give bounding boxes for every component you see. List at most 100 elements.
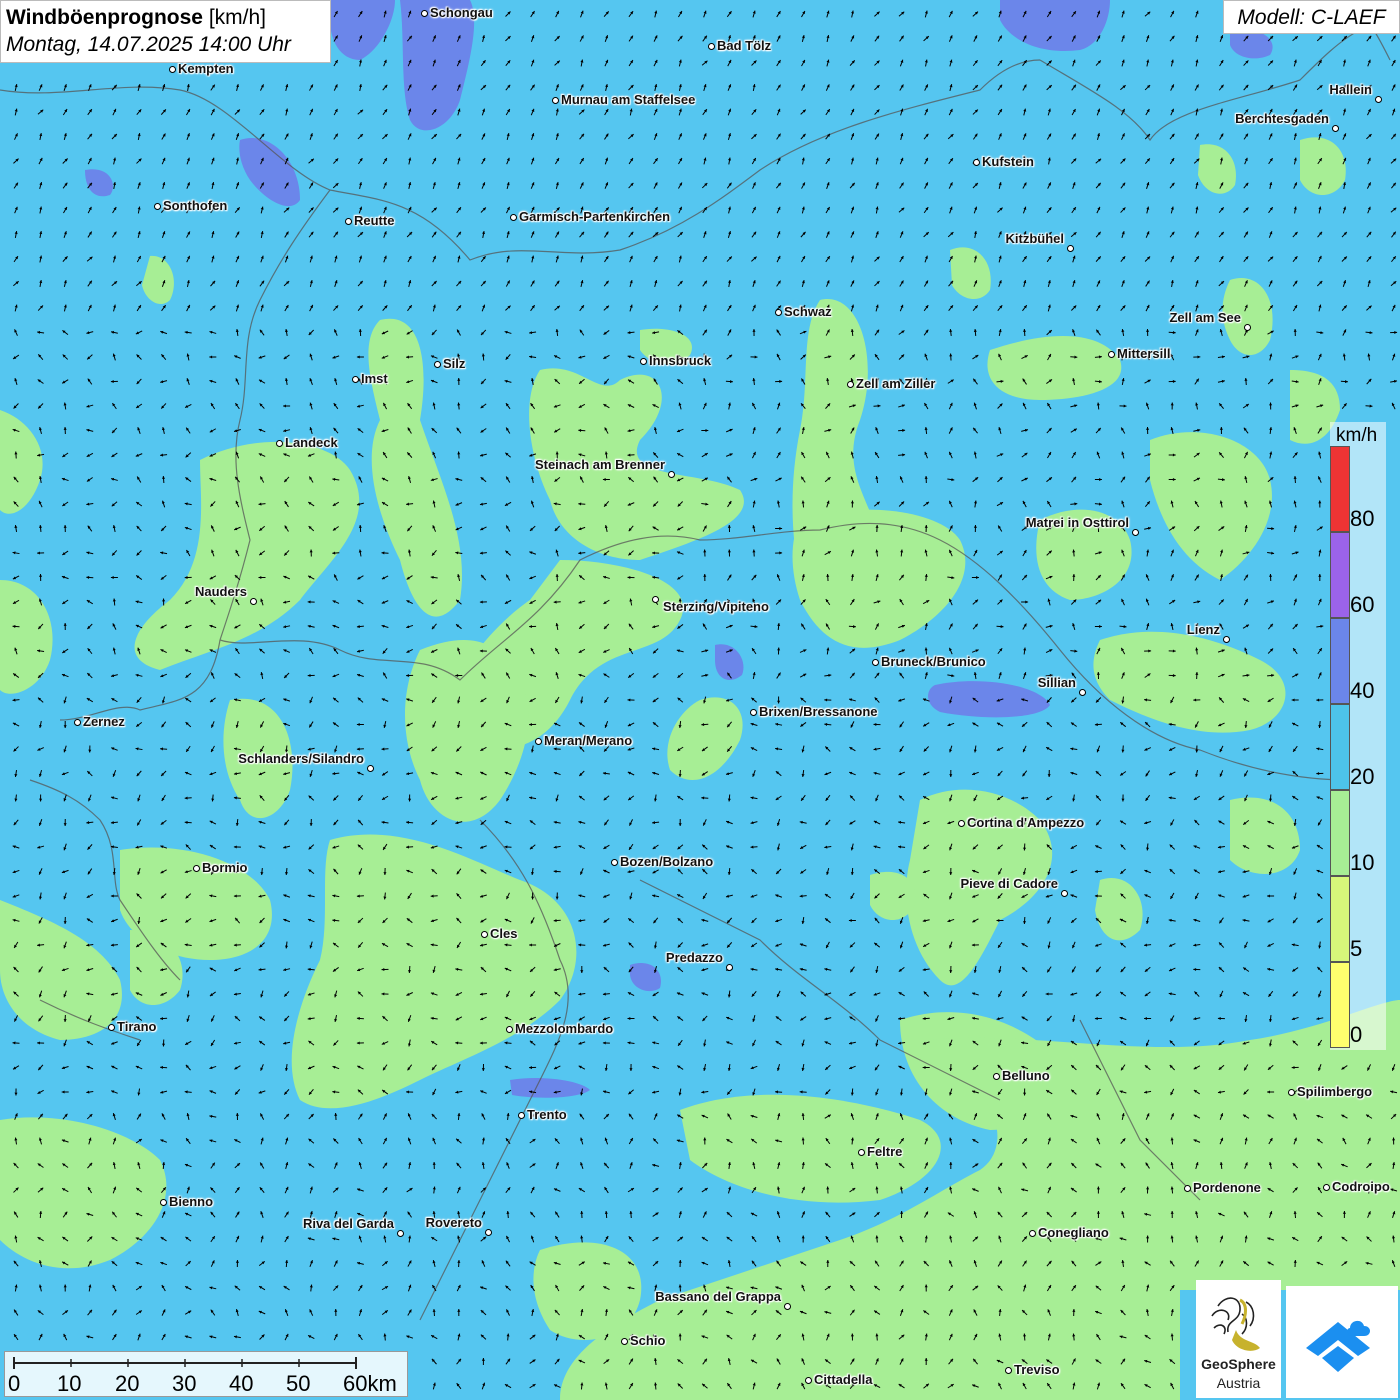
city-label: Kitzbühel [1005,231,1065,246]
city-marker [396,1229,404,1237]
city-label: Zernez [83,714,125,729]
legend-band [1330,790,1350,876]
city-label: Schwaz [784,304,832,319]
city-marker [957,819,965,827]
city-marker [1060,889,1068,897]
city-marker [610,858,618,866]
city-marker [1028,1229,1036,1237]
scale-tick-label: 20 [115,1371,140,1396]
legend-band-label: 0 [1350,1022,1363,1047]
city-marker [1004,1366,1012,1374]
city-marker [1131,528,1139,536]
city-marker [857,1148,865,1156]
brand-logo-icon [1306,1320,1370,1372]
city-label: Sterzing/Vipiteno [663,599,769,614]
city-marker [1322,1183,1330,1191]
city-label: Riva del Garda [302,1216,394,1231]
city-label: Imst [361,371,388,386]
city-marker [1287,1088,1295,1096]
city-marker [804,1376,812,1384]
city-marker [1107,350,1115,358]
map-title-unit: [km/h] [208,6,266,29]
city-label: Schongau [430,5,493,20]
city-marker [517,1111,525,1119]
city-label: Cles [490,926,518,941]
city-label: Nauders [194,584,247,599]
city-marker [725,963,733,971]
city-label: Bad Tölz [717,38,772,53]
legend-band [1330,618,1350,704]
city-marker [749,708,757,716]
city-label: Lienz [1186,622,1220,637]
city-marker [275,439,283,447]
city-marker [480,930,488,938]
city-label: Codroipo [1332,1179,1390,1194]
city-label: Sonthofen [163,198,228,213]
city-label: Bormio [202,860,248,875]
city-label: Berchtesgaden [1235,111,1329,126]
legend-unit: km/h [1336,425,1378,446]
city-label: Hallein [1329,82,1372,97]
legend-band [1330,876,1350,962]
city-marker [992,1072,1000,1080]
city-label: Conegliano [1038,1225,1109,1240]
forecast-datetime: Montag, 14.07.2025 14:00 Uhr [6,33,291,56]
city-marker [107,1023,115,1031]
city-marker [1078,688,1086,696]
city-marker [192,864,200,872]
city-label: Reutte [354,213,395,228]
city-label: Trento [527,1107,567,1122]
legend-band-label: 20 [1350,764,1375,789]
city-marker [351,375,359,383]
model-label: Modell: C-LAEF [1223,0,1400,34]
city-marker [1183,1184,1191,1192]
city-label: Tirano [117,1019,157,1034]
city-marker [551,96,559,104]
geosphere-logo: GeoSphere Austria [1196,1280,1281,1398]
brand-logo [1286,1286,1398,1398]
city-marker [1066,244,1074,252]
city-marker [159,1198,167,1206]
city-label: Spilimbergo [1297,1084,1373,1099]
city-label: Feltre [867,1144,903,1159]
legend-band [1330,532,1350,618]
legend-band-label: 5 [1350,936,1363,961]
city-marker [620,1337,628,1345]
city-label: Murnau am Staffelsee [561,92,696,107]
city-label: Bienno [169,1194,214,1209]
city-label: Belluno [1002,1068,1050,1083]
city-marker [972,158,980,166]
city-marker [651,595,659,603]
scale-tick-label: 30 [172,1371,197,1396]
city-marker [420,9,428,17]
wind-gust-map[interactable]: Windböenprognose [km/h] Montag, 14.07.20… [0,0,1400,1400]
city-marker [433,360,441,368]
geosphere-logo-icon [1211,1297,1260,1351]
city-marker [667,470,675,478]
city-marker [783,1302,791,1310]
city-label: Silz [443,356,466,371]
city-label: Mezzolombardo [515,1021,614,1036]
city-label: Cittadella [814,1372,873,1387]
city-label: Pordenone [1193,1180,1261,1195]
city-marker [707,42,715,50]
city-marker [73,718,81,726]
city-marker [1243,323,1251,331]
scale-tick-label: 0 [8,1371,21,1396]
city-label: Schlanders/Silandro [238,751,364,766]
city-label: Landeck [285,435,338,450]
city-label: Zell am See [1169,310,1241,325]
city-marker [1222,635,1230,643]
logo-sub: Austria [1216,1375,1261,1391]
city-label: Mittersill [1117,346,1171,361]
city-marker [484,1228,492,1236]
city-marker [168,65,176,73]
city-marker [505,1025,513,1033]
city-label: Steinach am Brenner [534,457,665,472]
city-label: Zell am Ziller [856,376,936,391]
city-label: Sillian [1037,675,1076,690]
city-label: Innsbruck [649,353,712,368]
city-marker [1331,124,1339,132]
city-marker [1374,95,1382,103]
city-label: Cortina d'Ampezzo [967,815,1085,830]
